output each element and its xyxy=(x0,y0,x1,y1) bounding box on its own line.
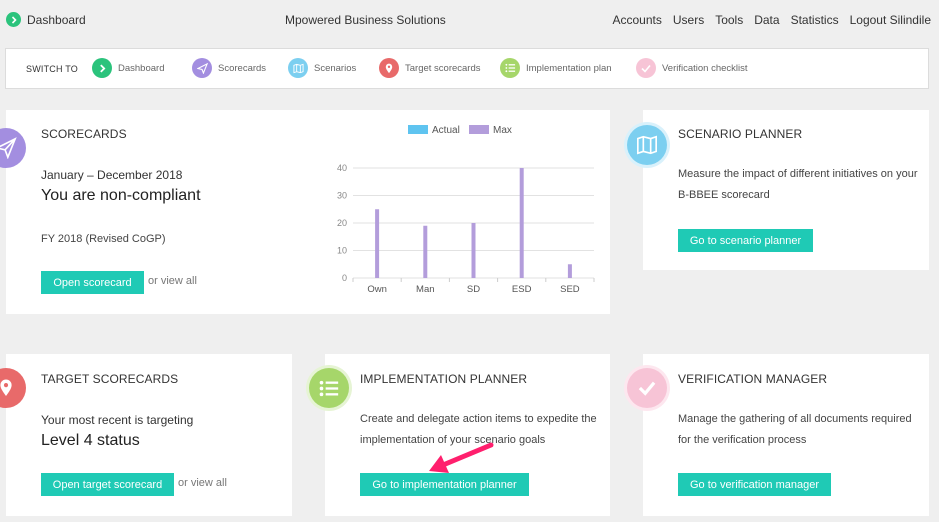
verification-desc-line2: for the verification process xyxy=(678,434,807,446)
verification-manager-card: VERIFICATION MANAGER Manage the gatherin… xyxy=(627,354,929,516)
nav-data[interactable]: Data xyxy=(754,13,779,27)
nav-users[interactable]: Users xyxy=(673,13,704,27)
switch-scorecards-label: Scorecards xyxy=(218,62,267,74)
target-line1: Your most recent is targeting xyxy=(41,413,194,427)
chart-legend: Actual Max xyxy=(408,125,512,136)
list-icon xyxy=(500,58,520,78)
implementation-planner-title: IMPLEMENTATION PLANNER xyxy=(360,372,528,386)
nav-accounts[interactable]: Accounts xyxy=(613,13,662,27)
go-to-verification-manager-button[interactable]: Go to verification manager xyxy=(678,473,831,496)
bar-max xyxy=(423,225,428,278)
x-tick-label: SD xyxy=(467,284,480,295)
switch-scenarios-label: Scenarios xyxy=(314,62,357,74)
top-nav: Accounts Users Tools Data Statistics Log… xyxy=(613,13,932,27)
y-tick-label: 40 xyxy=(337,163,347,173)
legend-swatch-actual xyxy=(408,125,428,134)
target-view-all-link[interactable]: or view all xyxy=(178,477,227,489)
y-tick-label: 0 xyxy=(342,273,347,283)
switch-bar: SWITCH TO Dashboard Scorecards Scenarios… xyxy=(5,48,929,89)
switch-implementation-label: Implementation plan xyxy=(526,62,612,74)
map-pin-icon xyxy=(0,368,26,408)
switch-dashboard-label: Dashboard xyxy=(118,62,165,74)
fy-label: FY 2018 (Revised CoGP) xyxy=(41,233,166,245)
scorecard-bar-chart: Actual Max 0 10 20 30 40 Own Man SD ESD SED xyxy=(337,125,595,295)
bar-max xyxy=(519,168,524,278)
nav-logout[interactable]: Logout Silindile xyxy=(850,13,931,27)
verification-manager-title: VERIFICATION MANAGER xyxy=(678,372,828,386)
paper-plane-icon xyxy=(0,128,26,168)
dashboard-link[interactable]: Dashboard xyxy=(6,12,86,27)
target-scorecards-title: TARGET SCORECARDS xyxy=(41,372,179,386)
scorecard-period: January – December 2018 xyxy=(41,168,183,182)
target-level: Level 4 status xyxy=(41,432,140,449)
y-tick-label: 20 xyxy=(337,218,347,228)
switch-dashboard[interactable]: Dashboard xyxy=(92,58,164,78)
x-tick-label: Own xyxy=(367,284,387,295)
map-pin-icon xyxy=(379,58,399,78)
switch-implementation-plan[interactable]: Implementation plan xyxy=(500,58,612,78)
go-to-scenario-planner-button[interactable]: Go to scenario planner xyxy=(678,229,813,252)
implementation-desc-line1: Create and delegate action items to expe… xyxy=(360,413,597,425)
legend-label-actual: Actual xyxy=(432,125,460,136)
target-scorecards-card: TARGET SCORECARDS Your most recent is ta… xyxy=(0,354,292,516)
switch-scenarios[interactable]: Scenarios xyxy=(288,58,356,78)
switch-to-label: SWITCH TO xyxy=(26,64,78,74)
paper-plane-icon xyxy=(192,58,212,78)
nav-tools[interactable]: Tools xyxy=(715,13,743,27)
scorecards-title: SCORECARDS xyxy=(41,127,127,141)
implementation-planner-card: IMPLEMENTATION PLANNER Create and delega… xyxy=(309,354,610,516)
list-icon xyxy=(309,368,349,408)
check-icon xyxy=(627,368,667,408)
nav-statistics[interactable]: Statistics xyxy=(791,13,839,27)
scorecards-card: SCORECARDS January – December 2018 You a… xyxy=(0,110,610,314)
bar-max xyxy=(567,264,572,278)
switch-verification-label: Verification checklist xyxy=(662,62,748,74)
y-tick-label: 30 xyxy=(337,191,347,201)
scorecards-view-all-link[interactable]: or view all xyxy=(148,275,197,287)
x-tick-label: Man xyxy=(416,284,434,295)
chevron-right-icon xyxy=(92,58,112,78)
switch-target-scorecards[interactable]: Target scorecards xyxy=(379,58,481,78)
map-icon xyxy=(288,58,308,78)
top-bar: Dashboard Mpowered Business Solutions Ac… xyxy=(0,0,939,40)
scenario-planner-card: SCENARIO PLANNER Measure the impact of d… xyxy=(627,110,929,270)
open-target-scorecard-button[interactable]: Open target scorecard xyxy=(41,473,174,496)
compliance-status: You are non-compliant xyxy=(41,187,201,204)
switch-scorecards[interactable]: Scorecards xyxy=(192,58,266,78)
bar-max xyxy=(375,209,380,278)
switch-target-label: Target scorecards xyxy=(405,62,481,74)
legend-swatch-max xyxy=(469,125,489,134)
legend-label-max: Max xyxy=(493,125,512,136)
bar-max xyxy=(471,223,476,278)
x-tick-label: SED xyxy=(560,284,580,295)
check-icon xyxy=(636,58,656,78)
x-tick-label: ESD xyxy=(512,284,532,295)
chevron-right-icon xyxy=(6,12,21,27)
switch-verification-checklist[interactable]: Verification checklist xyxy=(636,58,748,78)
scenario-planner-title: SCENARIO PLANNER xyxy=(678,127,803,141)
map-icon xyxy=(627,125,667,165)
company-name: Mpowered Business Solutions xyxy=(285,13,446,27)
scenario-desc-line2: B-BBEE scorecard xyxy=(678,189,770,201)
dashboard-label: Dashboard xyxy=(27,12,86,27)
pointer-arrow xyxy=(429,442,494,473)
verification-desc-line1: Manage the gathering of all documents re… xyxy=(678,413,912,425)
scenario-desc-line1: Measure the impact of different initiati… xyxy=(678,168,918,180)
y-tick-label: 10 xyxy=(337,246,347,256)
open-scorecard-button[interactable]: Open scorecard xyxy=(41,271,144,294)
